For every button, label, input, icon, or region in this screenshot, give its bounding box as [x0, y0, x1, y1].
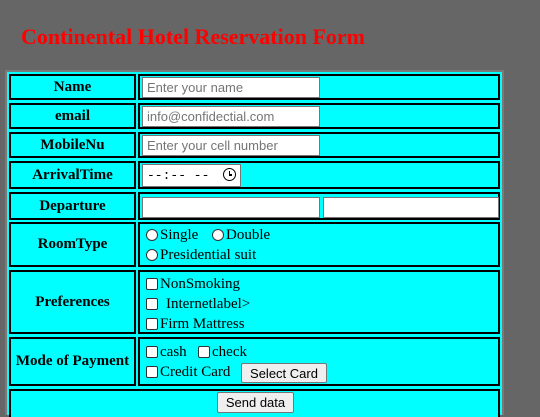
payment-cell: cash check Credit Card Select Card — [138, 337, 500, 386]
name-cell: Enter your name — [138, 74, 500, 100]
checkbox-check-label: check — [212, 344, 247, 360]
departure-input-2[interactable] — [323, 197, 499, 218]
mobile-label: MobileNu — [9, 132, 136, 158]
page-title: Continental Hotel Reservation Form — [21, 24, 365, 49]
radio-single-label: Single — [160, 227, 199, 243]
mobile-cell: Enter your cell number — [138, 132, 500, 158]
email-cell: info@confidectial.com — [138, 103, 500, 129]
clock-icon[interactable] — [223, 168, 236, 181]
arrival-cell: --:-- -- — [138, 161, 500, 189]
radio-button[interactable] — [212, 229, 224, 241]
payment-label: Mode of Payment — [9, 337, 136, 386]
name-input[interactable]: Enter your name — [142, 77, 320, 98]
select-card-button[interactable]: Select Card — [241, 363, 327, 383]
roomtype-label: RoomType — [9, 222, 136, 267]
send-data-button[interactable]: Send data — [217, 392, 294, 413]
reservation-form: Name Enter your name email info@confidec… — [5, 70, 504, 417]
radio-double[interactable]: Double — [212, 226, 270, 244]
checkbox-firm-mattress-label: Firm Mattress — [160, 316, 245, 332]
mobile-input[interactable]: Enter your cell number — [142, 135, 320, 156]
checkbox[interactable] — [146, 298, 158, 310]
departure-cell — [138, 192, 500, 220]
checkbox-credit-card-label: Credit Card — [160, 364, 231, 380]
radio-single[interactable]: Single — [146, 226, 198, 244]
preferences-label: Preferences — [9, 270, 136, 334]
arrival-time-value: --:-- -- — [147, 168, 210, 183]
checkbox-internet-label: Internetlabel> — [166, 296, 251, 312]
email-input[interactable]: info@confidectial.com — [142, 106, 320, 127]
checkbox-check[interactable]: check — [198, 343, 247, 361]
departure-label: Departure — [9, 192, 136, 220]
email-label: email — [9, 103, 136, 129]
name-label: Name — [9, 74, 136, 100]
roomtype-cell: Single Double Presidential suit — [138, 222, 500, 267]
checkbox[interactable] — [146, 318, 158, 330]
radio-presidential-label: Presidential suit — [160, 247, 257, 263]
checkbox[interactable] — [198, 346, 210, 358]
checkbox-nonsmoking-label: NonSmoking — [160, 276, 241, 292]
radio-button[interactable] — [146, 249, 158, 261]
checkbox[interactable] — [146, 278, 158, 290]
checkbox-cash-label: cash — [160, 344, 187, 360]
checkbox-nonsmoking[interactable]: NonSmoking — [146, 275, 240, 293]
radio-presidential[interactable]: Presidential suit — [146, 246, 256, 264]
departure-input-1[interactable] — [142, 197, 320, 218]
submit-cell: Send data — [9, 389, 500, 417]
checkbox[interactable] — [146, 346, 158, 358]
checkbox-credit-card[interactable]: Credit Card — [146, 363, 230, 381]
radio-double-label: Double — [226, 227, 271, 243]
arrival-time-input[interactable]: --:-- -- — [142, 164, 241, 187]
checkbox-firm-mattress[interactable]: Firm Mattress — [146, 315, 245, 333]
checkbox-cash[interactable]: cash — [146, 343, 187, 361]
radio-button[interactable] — [146, 229, 158, 241]
preferences-cell: NonSmoking Internetlabel> Firm Mattress — [138, 270, 500, 334]
arrival-label: ArrivalTime — [9, 161, 136, 189]
checkbox[interactable] — [146, 366, 158, 378]
checkbox-internet[interactable]: Internetlabel> — [146, 295, 250, 313]
